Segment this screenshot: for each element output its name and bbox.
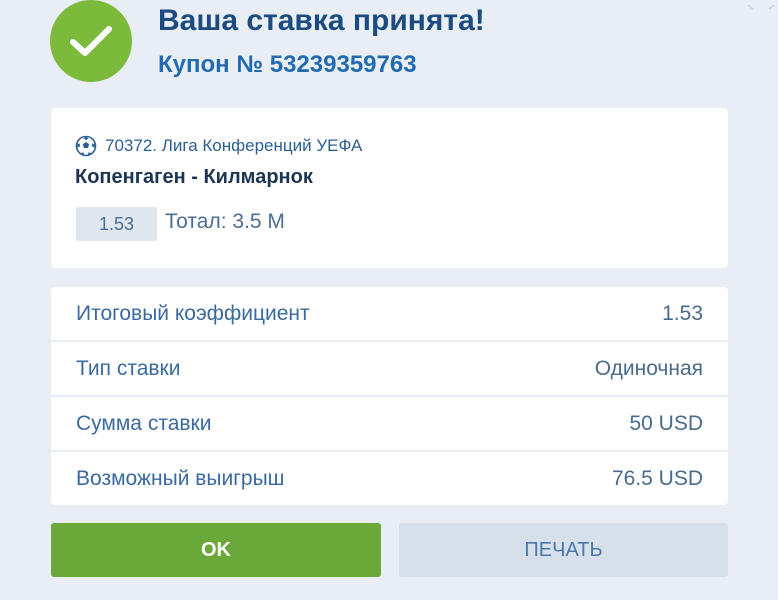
summary-row-potential-win: Возможный выигрыш 76.5 USD (51, 452, 728, 505)
soccer-ball-icon (75, 135, 97, 157)
event-league-label: 70372. Лига Конференций УЕФА (105, 136, 363, 155)
summary-label: Итоговый коэффициент (76, 301, 310, 325)
summary-value: 50 USD (629, 411, 703, 435)
ok-button[interactable]: OK (51, 523, 381, 577)
event-match: Копенгаген - Килмарнок (75, 166, 313, 188)
print-button[interactable]: ПЕЧАТЬ (399, 523, 728, 577)
close-icon[interactable] (744, 0, 778, 10)
page-title: Ваша ставка принята! (158, 4, 485, 37)
summary-label: Тип ставки (76, 356, 181, 380)
summary-label: Сумма ставки (76, 411, 212, 435)
event-league: 70372. Лига Конференций УЕФА (75, 135, 362, 157)
checkmark-circle-icon (50, 0, 132, 82)
event-card: 70372. Лига Конференций УЕФА Копенгаген … (51, 108, 728, 268)
summary-row-stake: Сумма ставки 50 USD (51, 397, 728, 450)
summary-value: Одиночная (594, 356, 703, 380)
summary-value: 76.5 USD (611, 466, 703, 490)
coupon-number: Купон № 53239359763 (158, 51, 417, 78)
bet-accepted-header: Ваша ставка принята! Купон № 53239359763 (0, 0, 778, 100)
summary-row-bet-type: Тип ставки Одиночная (51, 342, 728, 395)
odds-badge: 1.53 (76, 207, 157, 241)
bet-outcome: Тотал: 3.5 М (165, 210, 285, 233)
summary-row-total-odds: Итоговый коэффициент 1.53 (51, 287, 728, 340)
summary-label: Возможный выигрыш (76, 466, 285, 490)
bet-summary: Итоговый коэффициент 1.53 Тип ставки Оди… (51, 287, 728, 507)
summary-value: 1.53 (662, 301, 703, 325)
